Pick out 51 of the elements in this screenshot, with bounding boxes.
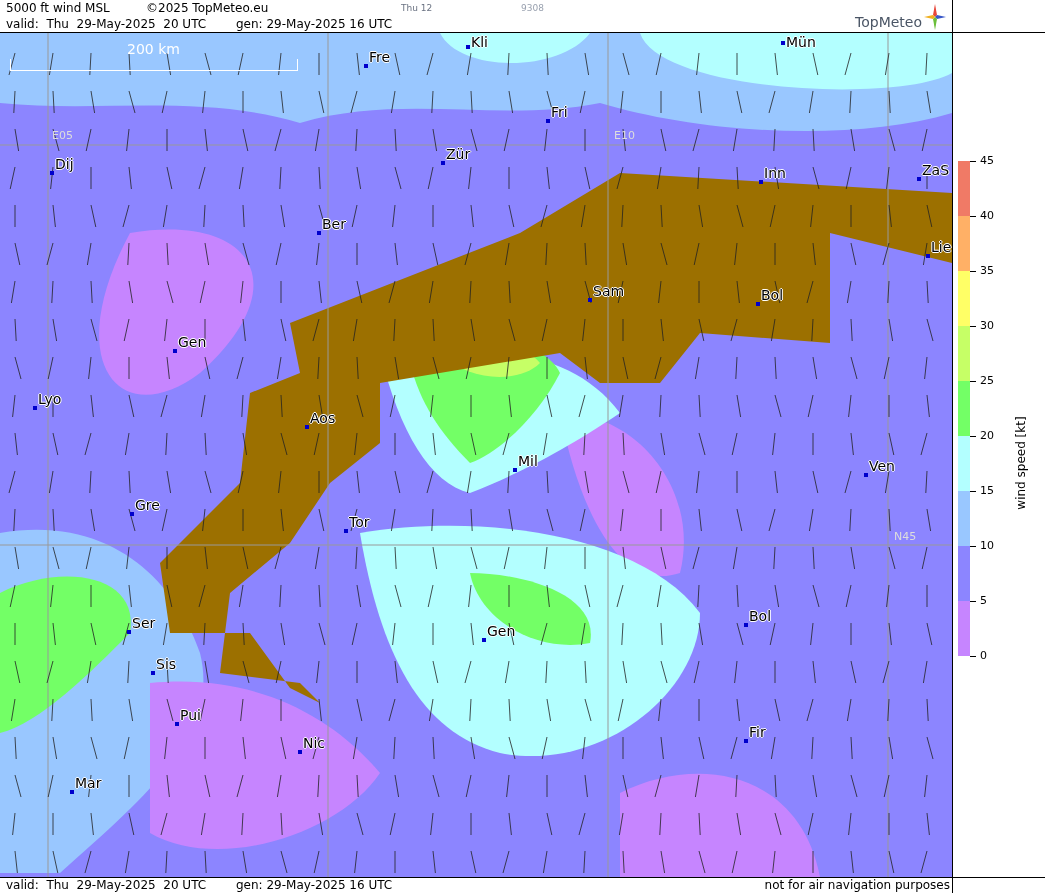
legend-title: wind speed [kt] — [1013, 416, 1029, 510]
legend-tick: 30 — [980, 320, 994, 332]
city-label: Tor — [349, 514, 370, 530]
valid-time: valid: Thu 29-May-2025 20 UTC — [6, 878, 208, 893]
city-label: Ber — [322, 216, 346, 232]
city-label: Gen — [178, 334, 207, 350]
city-label: Mil — [518, 453, 538, 469]
city-label: Bol — [761, 287, 784, 303]
city-label: Zür — [446, 146, 471, 162]
legend-tick: 0 — [980, 650, 987, 662]
city-label: Bol — [749, 608, 772, 624]
legend-tick: 5 — [980, 595, 987, 607]
city-label: Kli — [471, 34, 488, 50]
legend-tick: 40 — [980, 210, 994, 222]
city-label: Ser — [132, 615, 156, 631]
generated-time: gen: 29-May-2025 16 UTC — [236, 878, 393, 893]
city-label: Fri — [551, 104, 568, 120]
city-label: Fir — [749, 724, 766, 740]
city-label: ZaS — [922, 162, 950, 178]
city-label: Sam — [593, 283, 625, 299]
scale-label: 200 km — [127, 41, 180, 57]
city-label: Nic — [303, 735, 326, 751]
city-label: Gre — [135, 497, 160, 513]
city-label: Mün — [786, 34, 816, 50]
city-label: Gen — [487, 623, 516, 639]
legend-tick: 10 — [980, 540, 994, 552]
run-label: Thu 12 — [401, 2, 434, 15]
city-label: Aos — [310, 410, 336, 426]
legend-tick: 20 — [980, 430, 994, 442]
city-label: Mar — [75, 775, 102, 791]
disclaimer-text: not for air navigation purposes — [764, 878, 951, 893]
legend-tick: 15 — [980, 485, 994, 497]
city-label: Inn — [764, 165, 786, 181]
logo-text: TopMeteo — [855, 14, 922, 30]
grid-label: N45 — [894, 529, 917, 545]
city-label: Sis — [156, 656, 177, 672]
generated-time: gen: 29-May-2025 16 UTC — [236, 16, 393, 32]
city-label: Lie — [931, 239, 952, 255]
city-label: Pui — [180, 707, 201, 723]
city-label: Ven — [869, 458, 895, 474]
copyright-text: ©2025 TopMeteo.eu — [146, 0, 270, 16]
legend-tick: 35 — [980, 265, 994, 277]
valid-time: valid: Thu 29-May-2025 20 UTC — [6, 16, 208, 32]
city-label: Fre — [369, 49, 391, 65]
legend-tick: 25 — [980, 375, 994, 387]
city-label: Dij — [55, 156, 74, 172]
code-label: 9308 — [521, 2, 544, 15]
product-title: 5000 ft wind MSL — [6, 0, 111, 16]
logo-star-icon — [924, 4, 946, 30]
city-label: Lyo — [38, 391, 62, 407]
legend-tick: 45 — [980, 155, 994, 167]
